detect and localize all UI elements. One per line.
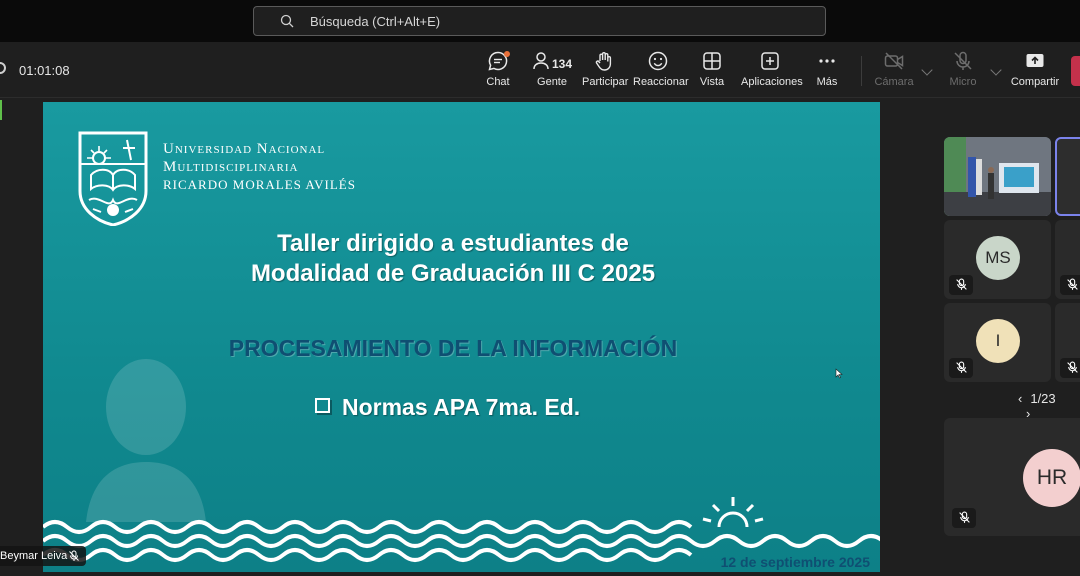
camera-off-icon xyxy=(884,52,904,70)
slide-title-line2: Modalidad de Graduación III C 2025 xyxy=(250,260,656,287)
toolbar-divider xyxy=(861,56,862,86)
mic-button[interactable]: Micro xyxy=(946,50,980,92)
mic-off-icon xyxy=(955,278,967,290)
more-label: Más xyxy=(816,76,838,88)
people-icon xyxy=(533,52,549,70)
title-bar: Búsqueda (Ctrl+Alt+E) xyxy=(0,0,1080,42)
presenter-name-tag: Beymar Leiva xyxy=(0,546,86,566)
grid-view-icon xyxy=(703,52,721,70)
react-label: Reaccionar xyxy=(633,76,689,88)
view-label: Vista xyxy=(699,76,725,88)
shared-slide: Universidad Nacional Multidisciplinaria … xyxy=(43,102,880,572)
university-name: Universidad Nacional Multidisciplinaria … xyxy=(163,140,356,193)
muted-indicator xyxy=(1060,358,1080,378)
apps-label: Aplicaciones xyxy=(741,76,803,88)
participant-tile[interactable] xyxy=(1055,220,1080,299)
react-button[interactable]: Reaccionar xyxy=(633,50,689,92)
participant-tile[interactable]: HR xyxy=(944,418,1080,536)
camera-label: Cámara xyxy=(874,76,914,88)
slide-title: Taller dirigido a estudiantes de Modalid… xyxy=(163,229,743,289)
raise-hand-label: Participar xyxy=(582,76,629,88)
university-crest xyxy=(78,131,148,226)
slide-title-line1: Taller dirigido a estudiantes de xyxy=(277,230,629,257)
chat-button[interactable]: Chat xyxy=(478,50,518,92)
muted-indicator xyxy=(952,508,976,528)
more-button[interactable]: Más xyxy=(813,50,841,92)
university-line1: Universidad Nacional xyxy=(163,141,326,157)
avatar-initials: I xyxy=(995,331,1001,350)
mic-off-icon xyxy=(1066,278,1078,290)
avatar: I xyxy=(976,319,1020,363)
avatar-initials: HR xyxy=(1036,466,1068,489)
checkbox-bullet-icon xyxy=(315,398,330,413)
avatar: HR xyxy=(1023,449,1080,507)
mic-off-icon xyxy=(955,361,967,373)
avatar: MS xyxy=(976,236,1020,280)
participant-tile[interactable] xyxy=(1055,303,1080,382)
mic-off-icon xyxy=(954,51,972,70)
active-speaker-tile[interactable] xyxy=(1055,137,1080,216)
mic-off-icon xyxy=(958,511,970,523)
participant-tile[interactable]: I xyxy=(944,303,1051,382)
mic-options-chevron[interactable] xyxy=(990,64,1002,76)
slide-bullet: Normas APA 7ma. Ed. xyxy=(315,394,580,421)
people-label: Gente xyxy=(537,76,567,88)
mouse-cursor-icon xyxy=(835,368,843,379)
share-label: Compartir xyxy=(1010,76,1060,88)
slide-bullet-text: Normas APA 7ma. Ed. xyxy=(342,394,581,420)
raise-hand-button[interactable]: Participar xyxy=(582,50,629,92)
share-screen-icon xyxy=(1026,54,1044,67)
mic-label: Micro xyxy=(949,76,977,88)
muted-indicator xyxy=(1060,275,1080,295)
emoji-icon xyxy=(648,51,668,71)
university-line3: RICARDO MORALES AVILÉS xyxy=(163,177,356,192)
people-count: 134 xyxy=(552,57,573,71)
search-icon xyxy=(280,14,294,28)
university-line2: Multidisciplinaria xyxy=(163,159,299,175)
participant-video-tile[interactable] xyxy=(944,137,1051,216)
chat-notification-dot xyxy=(504,51,510,57)
add-app-icon xyxy=(761,52,779,70)
more-icon xyxy=(819,59,835,63)
view-button[interactable]: Vista xyxy=(697,50,727,92)
muted-indicator xyxy=(949,358,973,378)
slide-date: 12 de septiembre 2025 xyxy=(720,554,870,570)
gallery-pager: ‹ 1/23› xyxy=(1018,391,1080,421)
apps-button[interactable]: Aplicaciones xyxy=(741,50,803,92)
share-button[interactable]: Compartir xyxy=(1010,50,1060,92)
meeting-timer: 01:01:08 xyxy=(19,63,70,78)
meeting-toolbar: 01:01:08 Chat Gente 134 Participar Reacc… xyxy=(0,42,1080,98)
search-box[interactable]: Búsqueda (Ctrl+Alt+E) xyxy=(253,6,826,36)
participant-tile[interactable]: MS xyxy=(944,220,1051,299)
camera-button[interactable]: Cámara xyxy=(874,50,914,92)
mic-off-icon xyxy=(1066,361,1078,373)
presenter-name: Beymar Leiva xyxy=(0,550,68,562)
slide-subtitle: PROCESAMIENTO DE LA INFORMACIÓN xyxy=(228,335,678,361)
timer-icon xyxy=(0,62,6,74)
chat-label: Chat xyxy=(486,76,510,88)
page-indicator: 1/23 xyxy=(1030,391,1056,406)
room-video-feed xyxy=(944,137,1051,216)
camera-options-chevron[interactable] xyxy=(921,64,933,76)
muted-indicator xyxy=(949,275,973,295)
previous-page-icon[interactable]: ‹ xyxy=(1018,391,1022,406)
mic-off-icon xyxy=(69,550,79,561)
left-edge-indicator xyxy=(0,100,2,120)
leave-button[interactable] xyxy=(1071,56,1080,86)
avatar-initials: MS xyxy=(985,248,1011,267)
search-placeholder[interactable]: Búsqueda (Ctrl+Alt+E) xyxy=(310,14,440,29)
hand-icon xyxy=(595,52,612,71)
